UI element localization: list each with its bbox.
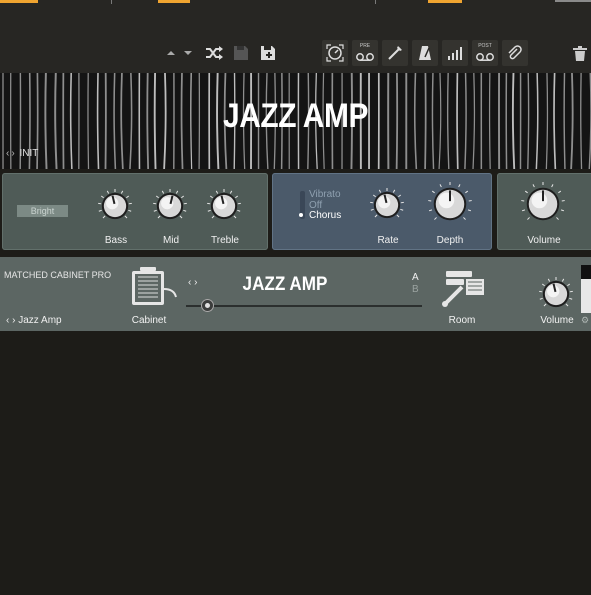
chevron-up-icon[interactable] [164, 40, 178, 66]
cabinet-icon[interactable] [130, 267, 178, 312]
mod-option-chorus[interactable]: Chorus [309, 210, 341, 221]
cabinet-preset-nav[interactable]: ‹ › Jazz Amp [6, 315, 62, 326]
chevron-right-icon[interactable]: › [12, 315, 15, 326]
preset-name: INIT [19, 148, 39, 159]
bass-knob[interactable] [97, 188, 133, 224]
chevron-left-icon[interactable]: ‹ [6, 148, 9, 159]
cabinet-volume-knob[interactable] [538, 276, 574, 312]
preset-nav[interactable]: ‹ › INIT [6, 148, 38, 159]
track-tick [375, 0, 376, 4]
room-icon[interactable] [440, 269, 486, 314]
cabinet-model-nav[interactable]: ‹ › [188, 277, 197, 288]
chevron-down-icon[interactable] [181, 40, 195, 66]
ab-a-toggle[interactable]: A [412, 272, 419, 283]
paperclip-icon[interactable] [502, 40, 528, 66]
selected-indicator [299, 213, 303, 217]
cabinet-volume-label: Volume [540, 315, 574, 326]
cabinet-section-title: MATCHED CABINET PRO [4, 270, 112, 280]
bass-label: Bass [104, 235, 128, 246]
treble-label: Treble [211, 235, 239, 246]
track-marker [555, 0, 591, 2]
cabinet-section: MATCHED CABINET PRO ‹ › Jazz Amp Cabinet… [0, 257, 591, 331]
mid-knob[interactable] [152, 188, 188, 224]
pre-tape-icon[interactable]: PRE [352, 40, 378, 66]
save-as-icon[interactable] [255, 40, 281, 66]
bright-button[interactable]: Bright [17, 205, 68, 217]
rate-knob[interactable] [369, 187, 405, 223]
mic-position-thumb[interactable] [201, 299, 214, 312]
depth-label: Depth [436, 235, 464, 246]
volume-label: Volume [527, 235, 561, 246]
save-icon [228, 40, 254, 66]
ab-b-toggle[interactable]: B [412, 284, 419, 295]
post-label: POST [478, 43, 492, 49]
metronome-icon[interactable] [412, 40, 438, 66]
pre-label: PRE [359, 43, 371, 49]
chevron-left-icon[interactable]: ‹ [6, 315, 9, 326]
cabinet-preset-name: Jazz Amp [18, 315, 62, 326]
tuner-icon[interactable] [322, 40, 348, 66]
rate-label: Rate [377, 235, 399, 246]
depth-knob[interactable] [427, 181, 473, 227]
volume-knob[interactable] [520, 181, 566, 227]
track-marker [0, 0, 38, 3]
gear-icon[interactable]: ⚙ [581, 315, 589, 326]
output-meter [581, 265, 591, 313]
chevron-left-icon[interactable]: ‹ [188, 277, 191, 288]
track-marker-active[interactable] [158, 0, 190, 3]
chevron-right-icon[interactable]: › [194, 277, 197, 288]
toolbar: PRE POST [0, 12, 591, 73]
trash-icon[interactable] [569, 40, 591, 66]
mod-option-vibrato[interactable]: Vibrato [309, 189, 341, 200]
cabinet-label: Cabinet [131, 315, 167, 326]
treble-knob[interactable] [206, 188, 242, 224]
chevron-right-icon[interactable]: › [11, 148, 14, 159]
shuffle-icon[interactable] [201, 40, 227, 66]
mic-position-slider[interactable] [186, 305, 422, 307]
mid-label: Mid [162, 235, 180, 246]
pick-icon[interactable] [382, 40, 408, 66]
room-label: Room [448, 315, 476, 326]
amp-title: JAZZ AMP [223, 97, 368, 135]
track-tick [111, 0, 112, 4]
top-strip [0, 0, 591, 12]
cabinet-model-name: JAZZ AMP [242, 274, 328, 295]
amp-header: JAZZ AMP ‹ › INIT [0, 73, 591, 169]
level-meter-icon[interactable] [442, 40, 468, 66]
post-tape-icon[interactable]: POST [472, 40, 498, 66]
track-marker-active[interactable] [428, 0, 462, 3]
